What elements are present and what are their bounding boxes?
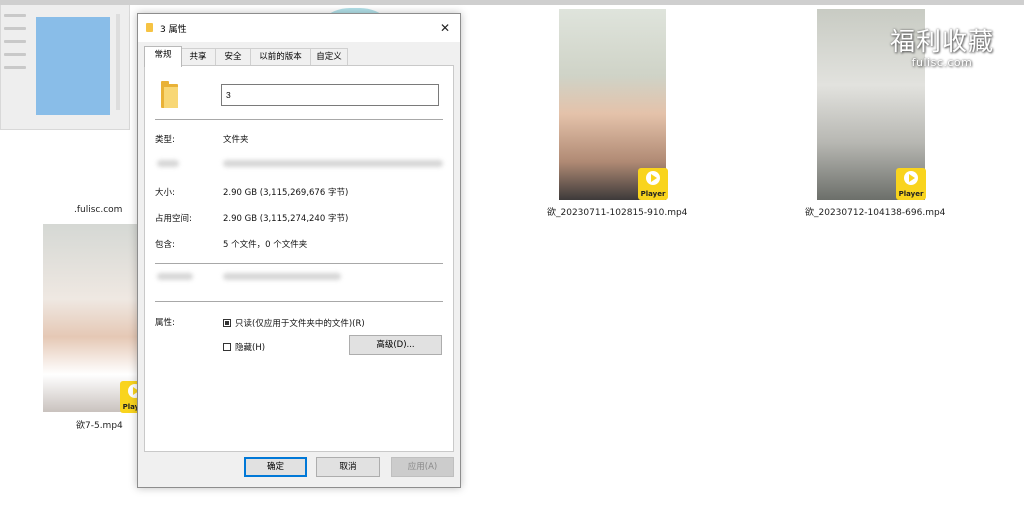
tab-previous-versions[interactable]: 以前的版本	[250, 48, 311, 66]
apply-button[interactable]: 应用(A)	[391, 457, 454, 477]
web-shortcut-thumbnail[interactable]	[0, 0, 1024, 130]
type-label: 类型:	[155, 135, 175, 145]
folder-name-input[interactable]	[221, 84, 439, 106]
separator	[155, 263, 443, 264]
created-label-redacted	[157, 273, 193, 280]
watermark-logo: 福利收藏 fulisc.com	[878, 22, 1006, 72]
cancel-button[interactable]: 取消	[316, 457, 380, 477]
separator	[155, 119, 443, 120]
player-badge-3: Player	[896, 168, 926, 200]
general-tab-panel: 类型: 文件夹 大小: 2.90 GB (3,115,269,676 字节) 占…	[144, 65, 454, 452]
video-label-2: 欲_20230711-102815-910.mp4	[547, 208, 688, 218]
folder-icon	[146, 23, 153, 32]
tab-general[interactable]: 常规	[144, 46, 182, 67]
tab-security[interactable]: 安全	[215, 48, 251, 66]
ok-button[interactable]: 确定	[244, 457, 307, 477]
play-icon	[646, 171, 660, 185]
location-value-redacted	[223, 160, 443, 167]
contains-label: 包含:	[155, 240, 175, 250]
attributes-label: 属性:	[155, 318, 175, 328]
contains-value: 5 个文件，0 个文件夹	[223, 240, 308, 250]
properties-dialog: 3 属性 ✕ 常规 共享 安全 以前的版本 自定义 类型: 文件夹 大小: 2.…	[137, 13, 461, 488]
advanced-button[interactable]: 高级(D)...	[349, 335, 442, 355]
web-shortcut-label: .fulisc.com	[74, 205, 123, 215]
thumbnail-lines	[4, 14, 26, 79]
type-value: 文件夹	[223, 135, 249, 145]
readonly-label: 只读(仅应用于文件夹中的文件)(R)	[235, 319, 365, 329]
close-button[interactable]: ✕	[430, 14, 460, 42]
thumbnail-scrollbar	[116, 14, 120, 110]
disk-size-label: 占用空间:	[155, 214, 192, 224]
tab-customize[interactable]: 自定义	[310, 48, 348, 66]
readonly-checkbox[interactable]	[223, 319, 231, 327]
video-label-3: 欲_20230712-104138-696.mp4	[805, 208, 946, 218]
video-label-1: 欲7-5.mp4	[76, 421, 123, 431]
play-icon	[904, 171, 918, 185]
size-label: 大小:	[155, 188, 175, 198]
watermark-line1: 福利收藏	[889, 27, 994, 56]
folder-icon	[161, 81, 178, 108]
dialog-titlebar[interactable]: 3 属性 ✕	[138, 14, 460, 42]
dialog-title: 3 属性	[160, 25, 187, 35]
tab-sharing[interactable]: 共享	[180, 48, 216, 66]
player-badge-text: Player	[640, 190, 666, 198]
thumbnail-topbar	[0, 0, 1024, 5]
thumbnail-image-block	[36, 17, 110, 115]
hidden-label: 隐藏(H)	[235, 343, 266, 353]
location-label-redacted	[157, 160, 179, 167]
separator	[155, 301, 443, 302]
disk-size-value: 2.90 GB (3,115,274,240 字节)	[223, 214, 349, 224]
player-badge-text: Player	[898, 190, 924, 198]
player-badge-2: Player	[638, 168, 668, 200]
hidden-checkbox[interactable]	[223, 343, 231, 351]
size-value: 2.90 GB (3,115,269,676 字节)	[223, 188, 349, 198]
created-value-redacted	[223, 273, 341, 280]
